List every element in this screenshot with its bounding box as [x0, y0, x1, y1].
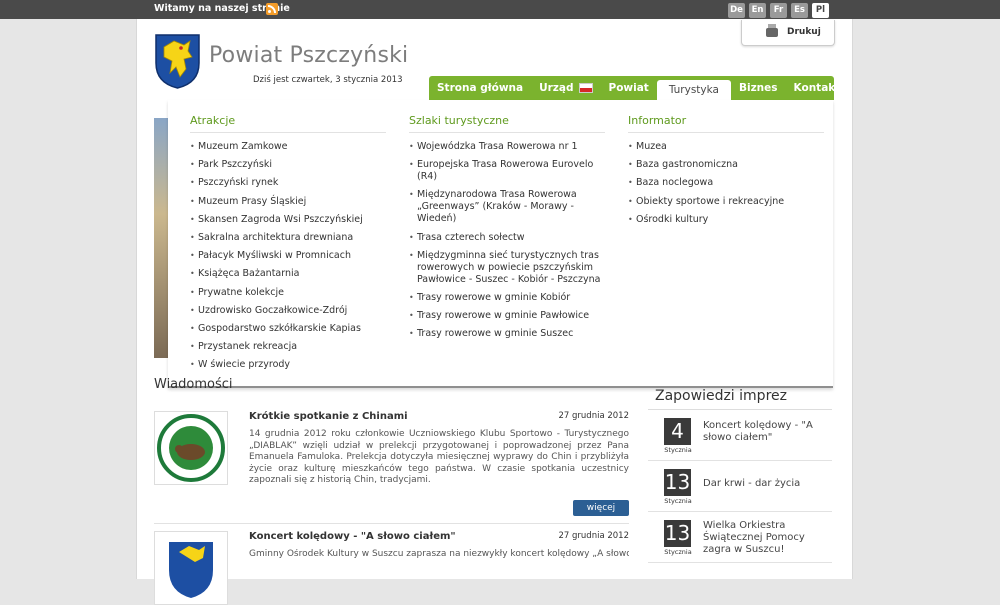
column-heading: Informator: [628, 114, 824, 133]
tourism-dropdown-menu: Atrakcje Muzeum Zamkowe Park Pszczyński …: [168, 100, 833, 388]
menu-link[interactable]: Baza gastronomiczna: [628, 159, 824, 171]
lang-pl-button[interactable]: Pl: [812, 3, 829, 18]
event-title[interactable]: Dar krwi - dar życia: [703, 478, 831, 490]
news-date: 27 grudnia 2012: [558, 411, 629, 421]
nav-item-contact[interactable]: Kontakt: [786, 76, 849, 100]
news-excerpt: 14 grudnia 2012 roku członkowie Uczniows…: [249, 429, 629, 485]
site-title[interactable]: Powiat Pszczyński: [209, 43, 408, 68]
top-bar: Witamy na naszej stronie De En Fr Es Pl: [0, 0, 1000, 19]
lang-en-button[interactable]: En: [749, 3, 766, 18]
lang-es-button[interactable]: Es: [791, 3, 808, 18]
event-month: Stycznia: [664, 446, 692, 454]
current-date: Dziś jest czwartek, 3 stycznia 2013: [253, 75, 403, 85]
lang-fr-button[interactable]: Fr: [770, 3, 787, 18]
menu-link[interactable]: Międzynarodowa Trasa Rowerowa „Greenways…: [409, 189, 605, 225]
menu-link[interactable]: Muzeum Prasy Śląskiej: [190, 196, 386, 208]
menu-link[interactable]: Baza noclegowa: [628, 177, 824, 189]
nav-item-office-label: Urząd: [539, 82, 574, 94]
nav-item-tourism[interactable]: Turystyka: [656, 80, 731, 100]
menu-link[interactable]: Przystanek rekreacja: [190, 341, 386, 353]
nav-item-business[interactable]: Biznes: [731, 76, 786, 100]
nav-item-county[interactable]: Powiat: [601, 76, 657, 100]
rss-icon[interactable]: [266, 3, 278, 15]
menu-link[interactable]: Trasy rowerowe w gminie Pawłowice: [409, 310, 605, 322]
column-heading: Atrakcje: [190, 114, 386, 133]
event-item[interactable]: 13 Stycznia Wielka Orkiestra Świątecznej…: [648, 512, 832, 563]
event-item[interactable]: 13 Stycznia Dar krwi - dar życia: [648, 461, 832, 512]
event-title[interactable]: Koncert kolędowy - "A słowo ciałem": [703, 420, 831, 444]
event-day: 13: [664, 520, 691, 547]
event-month: Stycznia: [664, 548, 692, 556]
menu-link[interactable]: Skansen Zagroda Wsi Pszczyńskiej: [190, 214, 386, 226]
menu-link[interactable]: Trasa czterech sołectw: [409, 232, 605, 244]
event-item[interactable]: 4 Stycznia Koncert kolędowy - "A słowo c…: [648, 410, 832, 461]
column-heading: Szlaki turystyczne: [409, 114, 605, 133]
more-button[interactable]: więcej: [573, 500, 629, 516]
lang-de-button[interactable]: De: [728, 3, 745, 18]
menu-link[interactable]: Muzea: [628, 141, 824, 153]
news-item: Krótkie spotkanie z Chinami 27 grudnia 2…: [154, 411, 629, 521]
menu-link[interactable]: W świecie przyrody: [190, 359, 386, 371]
events-panel: Zapowiedzi imprez 4 Stycznia Koncert kol…: [648, 386, 832, 563]
news-excerpt: Gminny Ośrodek Kultury w Suszcu zaprasza…: [249, 549, 629, 559]
hero-image: [154, 118, 168, 358]
print-button[interactable]: Drukuj: [741, 20, 835, 46]
main-nav: Strona główna Urząd Powiat Turystyka Biz…: [429, 76, 840, 100]
menu-link[interactable]: Pszczyński rynek: [190, 177, 386, 189]
menu-link[interactable]: Obiekty sportowe i rekreacyjne: [628, 196, 824, 208]
menu-link[interactable]: Ośrodki kultury: [628, 214, 824, 226]
menu-link[interactable]: Sakralna architektura drewniana: [190, 232, 386, 244]
dropdown-column-trails: Szlaki turystyczne Wojewódzka Trasa Rowe…: [409, 114, 605, 347]
nav-item-office[interactable]: Urząd: [531, 76, 600, 100]
club-logo-image[interactable]: [154, 411, 228, 485]
polish-flag-icon: [578, 83, 593, 93]
news-heading: Wiadomości: [154, 377, 233, 392]
menu-link[interactable]: Książęca Bażantarnia: [190, 268, 386, 280]
event-month: Stycznia: [664, 497, 692, 505]
menu-link[interactable]: Uzdrowisko Goczałkowice-Zdrój: [190, 305, 386, 317]
menu-link[interactable]: Europejska Trasa Rowerowa Eurovelo (R4): [409, 159, 605, 183]
event-title[interactable]: Wielka Orkiestra Świątecznej Pomocy zagr…: [703, 520, 831, 556]
nav-item-home[interactable]: Strona główna: [429, 76, 531, 100]
menu-link[interactable]: Trasy rowerowe w gminie Suszec: [409, 328, 605, 340]
menu-link[interactable]: Gospodarstwo szkółkarskie Kapias: [190, 323, 386, 335]
news-date: 27 grudnia 2012: [558, 531, 629, 541]
news-divider: [154, 523, 629, 524]
events-heading: Zapowiedzi imprez: [655, 388, 787, 404]
language-switcher: De En Fr Es Pl: [728, 3, 829, 18]
coat-of-arms-thumbnail[interactable]: [154, 531, 228, 605]
printer-icon: [766, 24, 778, 37]
news-title[interactable]: Koncert kolędowy - "A słowo ciałem": [249, 531, 456, 542]
event-day: 13: [664, 469, 691, 496]
news-title[interactable]: Krótkie spotkanie z Chinami: [249, 411, 408, 422]
dropdown-column-attractions: Atrakcje Muzeum Zamkowe Park Pszczyński …: [190, 114, 386, 377]
menu-link[interactable]: Prywatne kolekcje: [190, 287, 386, 299]
event-day: 4: [664, 418, 691, 445]
menu-link[interactable]: Wojewódzka Trasa Rowerowa nr 1: [409, 141, 605, 153]
print-label: Drukuj: [787, 27, 821, 37]
menu-link[interactable]: Park Pszczyński: [190, 159, 386, 171]
menu-link[interactable]: Pałacyk Myśliwski w Promnicach: [190, 250, 386, 262]
news-item: Koncert kolędowy - "A słowo ciałem" 27 g…: [154, 531, 629, 605]
menu-link[interactable]: Muzeum Zamkowe: [190, 141, 386, 153]
menu-link[interactable]: Międzygminna sieć turystycznych tras row…: [409, 250, 605, 286]
coat-of-arms-logo[interactable]: [154, 33, 201, 89]
menu-link[interactable]: Trasy rowerowe w gminie Kobiór: [409, 292, 605, 304]
dropdown-column-information: Informator Muzea Baza gastronomiczna Baz…: [628, 114, 824, 232]
